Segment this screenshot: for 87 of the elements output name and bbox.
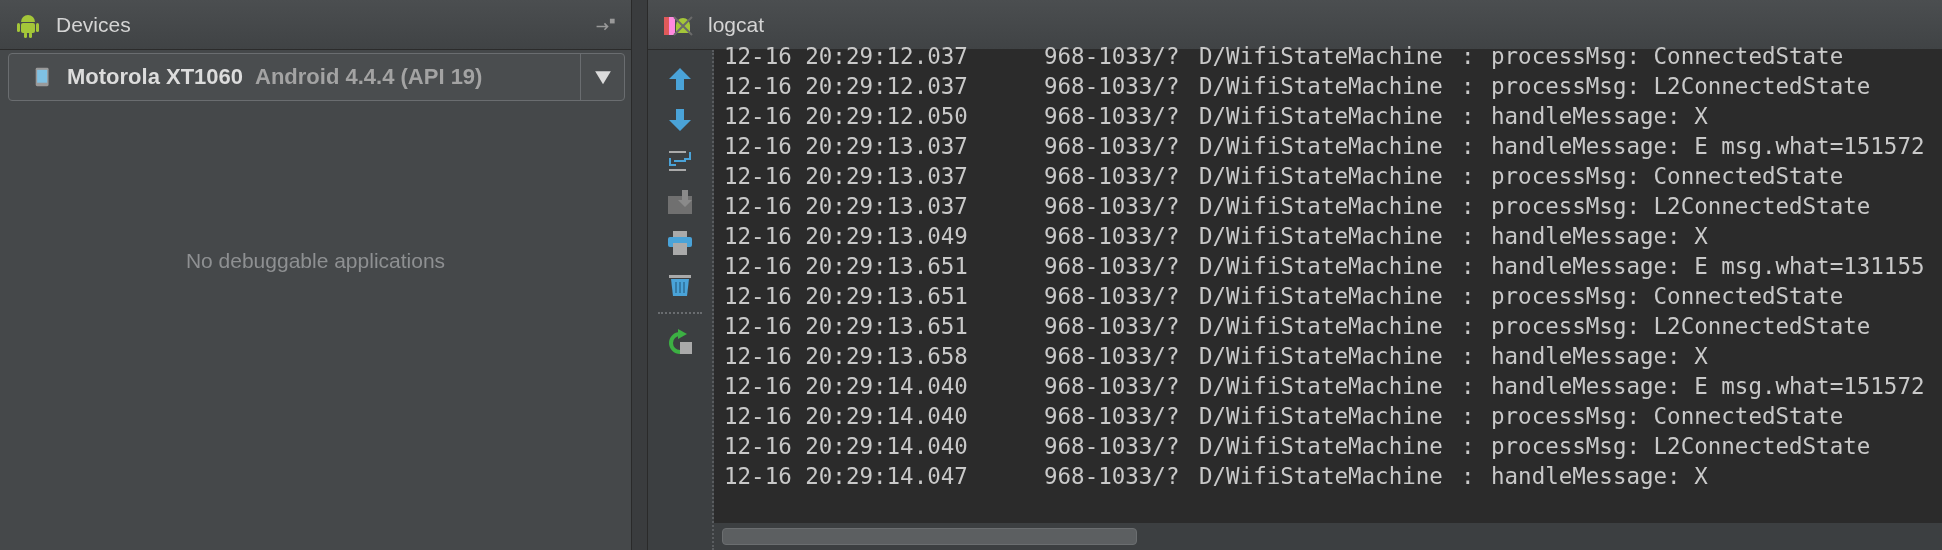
log-separator: : <box>1461 223 1476 249</box>
log-time: 12-16 20:29:13.037 <box>724 133 969 159</box>
scrollbar-thumb[interactable] <box>722 528 1137 545</box>
log-separator: : <box>1461 133 1476 159</box>
log-message: processMsg: L2ConnectedState <box>1491 433 1872 459</box>
device-dropdown[interactable]: Motorola XT1060 Android 4.4.4 (API 19) <box>8 53 625 101</box>
log-pid: 968-1033/? <box>1044 313 1181 339</box>
log-tag: D/WifiStateMachine <box>1199 343 1461 369</box>
log-time: 12-16 20:29:13.651 <box>724 283 969 309</box>
log-message: processMsg: ConnectedState <box>1491 43 1845 69</box>
log-tag: D/WifiStateMachine <box>1199 373 1461 399</box>
panel-title: Devices <box>56 12 132 37</box>
log-message: handleMessage: E msg.what=151572 <box>1491 373 1926 399</box>
log-pid: 968-1033/? <box>1044 463 1181 489</box>
log-message: processMsg: L2ConnectedState <box>1491 73 1872 99</box>
log-message: processMsg: L2ConnectedState <box>1491 313 1872 339</box>
log-pid: 968-1033/? <box>1044 343 1181 369</box>
log-separator: : <box>1461 373 1476 399</box>
log-separator: : <box>1461 43 1476 69</box>
printer-icon <box>666 229 694 257</box>
log-message: handleMessage: X <box>1491 463 1709 489</box>
log-time: 12-16 20:29:14.040 <box>724 403 969 429</box>
log-pid: 968-1033/? <box>1044 253 1181 279</box>
log-tag: D/WifiStateMachine <box>1199 163 1461 189</box>
log-pid: 968-1033/? <box>1044 193 1181 219</box>
log-separator: : <box>1461 103 1476 129</box>
log-separator: : <box>1461 433 1476 459</box>
log-message: processMsg: L2ConnectedState <box>1491 193 1872 219</box>
log-time: 12-16 20:29:13.037 <box>724 193 969 219</box>
log-separator: : <box>1461 73 1476 99</box>
log-time: 12-16 20:29:13.049 <box>724 223 969 249</box>
log-separator: : <box>1461 463 1476 489</box>
log-tag: D/WifiStateMachine <box>1199 313 1461 339</box>
log-tag: D/WifiStateMachine <box>1199 283 1461 309</box>
log-message: processMsg: ConnectedState <box>1491 283 1845 309</box>
log-separator: : <box>1461 253 1476 279</box>
log-pid: 968-1033/? <box>1044 103 1181 129</box>
log-pid: 968-1033/? <box>1044 73 1181 99</box>
print-button[interactable] <box>665 228 695 258</box>
log-separator: : <box>1461 343 1476 369</box>
log-pid: 968-1033/? <box>1044 43 1181 69</box>
log-time: 12-16 20:29:13.037 <box>724 163 969 189</box>
log-time: 12-16 20:29:14.040 <box>724 373 969 399</box>
log-tag: D/WifiStateMachine <box>1199 253 1461 279</box>
panel-title: logcat <box>708 12 766 37</box>
log-message: processMsg: ConnectedState <box>1491 403 1845 429</box>
log-tag: D/WifiStateMachine <box>1199 433 1461 459</box>
log-pid: 968-1033/? <box>1044 433 1181 459</box>
log-time: 12-16 20:29:14.047 <box>724 463 969 489</box>
log-time: 12-16 20:29:12.050 <box>724 103 969 129</box>
tray-icon <box>666 188 694 216</box>
log-tag: D/WifiStateMachine <box>1199 133 1461 159</box>
log-message: handleMessage: X <box>1491 223 1709 249</box>
log-time: 12-16 20:29:14.040 <box>724 433 969 459</box>
log-time: 12-16 20:29:12.037 <box>724 73 969 99</box>
log-tag: D/WifiStateMachine <box>1199 193 1461 219</box>
log-time: 12-16 20:29:13.658 <box>724 343 969 369</box>
log-message: processMsg: ConnectedState <box>1491 163 1845 189</box>
log-time: 12-16 20:29:13.651 <box>724 313 969 339</box>
log-pid: 968-1033/? <box>1044 373 1181 399</box>
log-tag: D/WifiStateMachine <box>1199 43 1461 69</box>
device-name: Motorola XT1060 <box>67 64 244 90</box>
log-message: handleMessage: E msg.what=151572 <box>1491 133 1926 159</box>
log-time: 12-16 20:29:13.651 <box>724 253 969 279</box>
log-time: 12-16 20:29:12.037 <box>724 43 969 69</box>
log-tag: D/WifiStateMachine <box>1199 73 1461 99</box>
log-pid: 968-1033/? <box>1044 133 1181 159</box>
restart-icon <box>666 328 694 356</box>
log-pid: 968-1033/? <box>1044 283 1181 309</box>
log-separator: : <box>1461 313 1476 339</box>
log-message: handleMessage: X <box>1491 343 1709 369</box>
log-separator: : <box>1461 283 1476 309</box>
log-message: handleMessage: X <box>1491 103 1709 129</box>
device-detail: Android 4.4.4 (API 19) <box>255 64 483 90</box>
log-tag: D/WifiStateMachine <box>1199 463 1461 489</box>
log-tag: D/WifiStateMachine <box>1199 403 1461 429</box>
log-tag: D/WifiStateMachine <box>1199 103 1461 129</box>
log-pid: 968-1033/? <box>1044 223 1181 249</box>
log-pid: 968-1033/? <box>1044 163 1181 189</box>
empty-message: No debuggable applications <box>185 248 446 273</box>
log-message: handleMessage: E msg.what=131155 <box>1491 253 1926 279</box>
export-button[interactable] <box>665 187 695 217</box>
log-separator: : <box>1461 163 1476 189</box>
log-separator: : <box>1461 403 1476 429</box>
log-tag: D/WifiStateMachine <box>1199 223 1461 249</box>
log-pid: 968-1033/? <box>1044 403 1181 429</box>
log-separator: : <box>1461 193 1476 219</box>
